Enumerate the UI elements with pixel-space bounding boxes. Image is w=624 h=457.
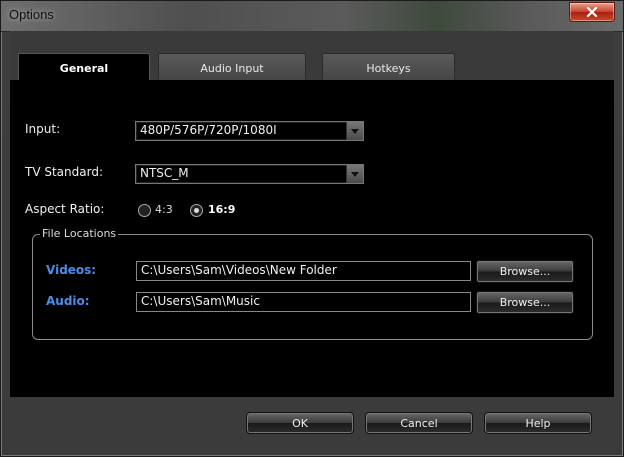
tab-audio-input[interactable]: Audio Input [158, 53, 306, 82]
tab-general[interactable]: General [18, 53, 150, 83]
title-bar[interactable]: Options [1, 1, 623, 32]
input-label: Input: [25, 122, 61, 136]
videos-label: Videos: [46, 263, 97, 277]
help-button[interactable]: Help [484, 412, 592, 434]
cancel-button[interactable]: Cancel [365, 412, 473, 434]
close-icon [586, 7, 598, 17]
audio-path-value: C:\Users\Sam\Music [141, 294, 260, 308]
input-select-value: 480P/576P/720P/1080I [140, 123, 277, 137]
input-select[interactable]: 480P/576P/720P/1080I [135, 121, 364, 141]
ok-label: OK [292, 416, 308, 430]
tab-hotkeys[interactable]: Hotkeys [322, 53, 455, 82]
aspect-4-3-label[interactable]: 4:3 [155, 203, 173, 216]
input-dropdown-button[interactable] [346, 122, 363, 140]
file-locations-group [32, 234, 593, 340]
audio-path-field[interactable]: C:\Users\Sam\Music [136, 292, 471, 312]
file-locations-title: File Locations [40, 227, 119, 240]
tab-general-label: General [59, 62, 109, 75]
options-window: Options General Audio Input Hotkeys Inpu… [0, 0, 624, 457]
tv-standard-label: TV Standard: [25, 165, 103, 179]
help-label: Help [525, 416, 551, 430]
chevron-down-icon [351, 128, 359, 134]
aspect-4-3-radio[interactable] [138, 204, 151, 217]
audio-label: Audio: [46, 294, 90, 308]
videos-path-value: C:\Users\Sam\Videos\New Folder [141, 263, 337, 277]
cancel-label: Cancel [400, 416, 438, 430]
audio-browse-button[interactable]: Browse... [476, 291, 574, 314]
ok-button[interactable]: OK [246, 412, 354, 434]
videos-path-field[interactable]: C:\Users\Sam\Videos\New Folder [136, 261, 471, 281]
close-button[interactable] [569, 2, 615, 22]
audio-browse-label: Browse... [499, 296, 551, 309]
chevron-down-icon [351, 171, 359, 177]
tv-standard-select[interactable]: NTSC_M [135, 164, 364, 184]
tab-hotkeys-label: Hotkeys [366, 61, 411, 75]
videos-browse-label: Browse... [499, 265, 551, 278]
tv-standard-dropdown-button[interactable] [346, 165, 363, 183]
aspect-16-9-radio[interactable] [190, 204, 203, 217]
tab-audio-input-label: Audio Input [200, 61, 264, 75]
tv-standard-select-value: NTSC_M [140, 166, 189, 180]
aspect-16-9-label[interactable]: 16:9 [208, 203, 235, 216]
window-title: Options [9, 7, 54, 22]
aspect-ratio-label: Aspect Ratio: [25, 202, 105, 216]
videos-browse-button[interactable]: Browse... [476, 260, 574, 283]
